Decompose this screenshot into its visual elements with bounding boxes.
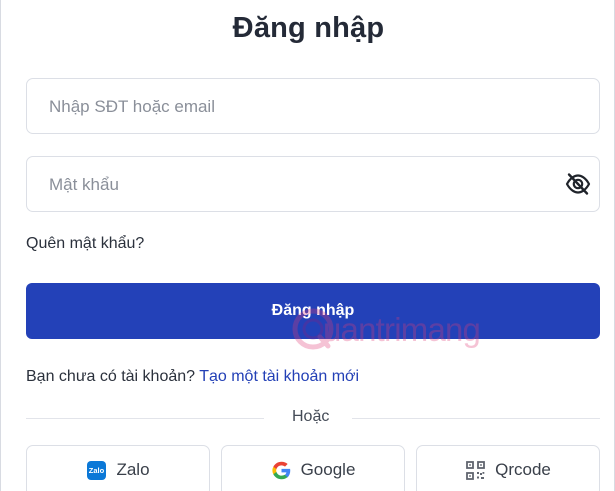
- signup-row: Bạn chưa có tài khoản? Tạo một tài khoản…: [26, 368, 359, 386]
- page-title: Đăng nhập: [232, 12, 385, 44]
- or-divider: Hoặc: [26, 406, 600, 430]
- google-login-button[interactable]: Google: [221, 445, 405, 491]
- qrcode-login-button[interactable]: Qrcode: [416, 445, 600, 491]
- phone-or-email-field[interactable]: [26, 78, 600, 135]
- login-page: Đăng nhập Quên mật khẩu? Đăng nhập uantr…: [0, 0, 615, 491]
- forgot-password-link[interactable]: Quên mật khẩu?: [26, 235, 144, 253]
- svg-text:Zalo: Zalo: [89, 466, 105, 475]
- google-icon: [271, 461, 290, 479]
- eye-off-icon[interactable]: [564, 170, 592, 198]
- divider-line-left: [26, 418, 264, 419]
- qrcode-label: Qrcode: [495, 460, 551, 480]
- password-field[interactable]: [26, 156, 600, 213]
- password-input[interactable]: [47, 157, 571, 213]
- google-label: Google: [300, 460, 356, 480]
- zalo-login-button[interactable]: Zalo Zalo: [26, 445, 210, 491]
- phone-or-email-input[interactable]: [47, 79, 571, 135]
- zalo-label: Zalo: [116, 460, 150, 480]
- login-button[interactable]: Đăng nhập: [26, 283, 600, 339]
- zalo-icon: Zalo: [87, 460, 107, 480]
- qrcode-icon: [466, 460, 486, 480]
- create-account-link[interactable]: Tạo một tài khoản mới: [199, 368, 359, 385]
- signup-prompt: Bạn chưa có tài khoản?: [26, 368, 196, 385]
- divider-line-right: [352, 418, 600, 419]
- or-label: Hoặc: [292, 408, 330, 425]
